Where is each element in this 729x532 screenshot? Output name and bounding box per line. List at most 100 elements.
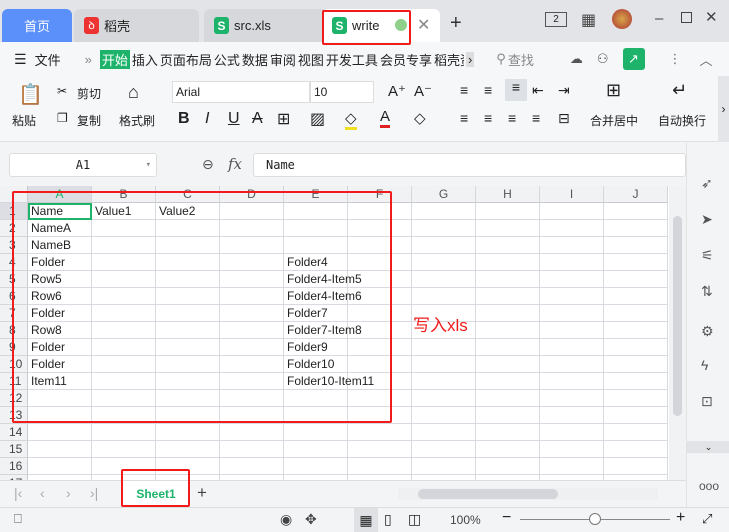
cell-H11[interactable] (476, 373, 540, 390)
scroll-tabs-icon[interactable]: › (465, 51, 475, 67)
window-count-icon[interactable]: 2 (545, 12, 567, 27)
cell-D14[interactable] (220, 424, 284, 441)
align-top-icon[interactable]: ≡ (460, 82, 468, 98)
cell-I6[interactable] (540, 288, 604, 305)
maximize-icon[interactable] (681, 12, 692, 23)
cell-H10[interactable] (476, 356, 540, 373)
cell-J6[interactable] (604, 288, 668, 305)
cell-G12[interactable] (412, 390, 476, 407)
cell-J8[interactable] (604, 322, 668, 339)
next-sheet-icon[interactable]: › (66, 485, 71, 501)
cell-G4[interactable] (412, 254, 476, 271)
align-center-icon[interactable]: ≡ (484, 110, 492, 126)
scroll-thumb[interactable] (673, 216, 682, 416)
new-tab-icon[interactable]: + (450, 12, 462, 35)
cell-I13[interactable] (540, 407, 604, 424)
name-box[interactable]: A1 ▾ (9, 153, 157, 177)
cell-I11[interactable] (540, 373, 604, 390)
file-menu[interactable]: 文件 (35, 50, 61, 69)
menu-tab-formulas[interactable]: 公式 (214, 50, 240, 69)
last-sheet-icon[interactable]: ›| (90, 485, 98, 501)
strikethrough-icon[interactable]: A (252, 110, 263, 128)
cell-H16[interactable] (476, 458, 540, 475)
cell-A10[interactable]: Folder (28, 356, 92, 373)
menu-tab-review[interactable]: 审阅 (270, 50, 296, 69)
cell-A9[interactable]: Folder (28, 339, 92, 356)
apps-grid-icon[interactable]: ▦ (581, 10, 596, 30)
cell-I3[interactable] (540, 237, 604, 254)
copy-button[interactable]: 复制 (77, 112, 101, 129)
share-icon[interactable]: ↗ (622, 48, 645, 70)
menu-tab-page-layout[interactable]: 页面布局 (160, 50, 212, 69)
cell-H2[interactable] (476, 220, 540, 237)
horizontal-scrollbar[interactable] (398, 488, 658, 500)
more-tabs-icon[interactable]: » (85, 52, 92, 67)
normal-view-icon[interactable]: ▦ (354, 508, 378, 532)
cell-G1[interactable] (412, 203, 476, 220)
cell-J16[interactable] (604, 458, 668, 475)
expand-panel-icon[interactable]: ⌄ (687, 441, 729, 453)
align-right-icon[interactable]: ≡ (508, 110, 516, 126)
fx-icon[interactable]: fx (228, 155, 242, 173)
cell-E5[interactable]: Folder4-Item5 (284, 271, 362, 288)
cut-button[interactable]: 剪切 (77, 85, 101, 102)
cell-A1[interactable]: Name (28, 203, 92, 220)
column-header[interactable]: G (412, 186, 476, 203)
underline-icon[interactable]: U (228, 110, 240, 128)
close-window-icon[interactable]: ✕ (705, 8, 718, 26)
minimize-icon[interactable]: – (655, 10, 663, 27)
cell-I1[interactable] (540, 203, 604, 220)
cloud-sync-icon[interactable]: ☁ (570, 51, 583, 67)
cell-H7[interactable] (476, 305, 540, 322)
menu-tab-view[interactable]: 视图 (298, 50, 324, 69)
border-icon[interactable]: ⊞ (277, 109, 290, 129)
close-tab-icon[interactable]: ✕ (417, 15, 430, 35)
collapse-ribbon-icon[interactable]: ︿ (700, 50, 713, 69)
distributed-icon[interactable]: ⊟ (558, 110, 570, 127)
cell-H12[interactable] (476, 390, 540, 407)
cell-E15[interactable] (284, 441, 348, 458)
cell-J13[interactable] (604, 407, 668, 424)
decrease-font-icon[interactable]: A⁻ (414, 82, 432, 100)
fill-color-icon[interactable]: ◇ (345, 109, 357, 130)
cell-G6[interactable] (412, 288, 476, 305)
outdent-icon[interactable]: ⇤ (532, 82, 544, 99)
cell-G11[interactable] (412, 373, 476, 390)
increase-font-icon[interactable]: A⁺ (388, 82, 406, 100)
menu-tab-home[interactable]: 开始 (99, 49, 130, 69)
paste-button[interactable]: 粘贴 (12, 112, 36, 129)
cell-G2[interactable] (412, 220, 476, 237)
vertical-scrollbar[interactable] (669, 186, 686, 480)
cell-I7[interactable] (540, 305, 604, 322)
cell-I9[interactable] (540, 339, 604, 356)
settings-sliders-icon[interactable]: ⚟ (701, 247, 714, 264)
cell-E16[interactable] (284, 458, 348, 475)
zoom-level[interactable]: 100% (450, 513, 481, 527)
focus-mode-icon[interactable]: ✥ (305, 511, 317, 528)
cell-J9[interactable] (604, 339, 668, 356)
cell-A3[interactable]: NameB (28, 237, 92, 254)
cell-H3[interactable] (476, 237, 540, 254)
cell-B14[interactable] (92, 424, 156, 441)
cell-D15[interactable] (220, 441, 284, 458)
cell-E4[interactable]: Folder4 (284, 254, 348, 271)
menu-tab-developer[interactable]: 开发工具 (326, 50, 378, 69)
select-cursor-icon[interactable]: ➤ (701, 211, 713, 228)
hscroll-thumb[interactable] (418, 489, 558, 499)
column-header[interactable]: I (540, 186, 604, 203)
cell-J14[interactable] (604, 424, 668, 441)
cell-I14[interactable] (540, 424, 604, 441)
cell-E8[interactable]: Folder7-Item8 (284, 322, 362, 339)
cell-G3[interactable] (412, 237, 476, 254)
cell-G13[interactable] (412, 407, 476, 424)
column-header[interactable]: J (604, 186, 668, 203)
ai-icon[interactable]: ⚙ (701, 323, 714, 340)
fullscreen-icon[interactable]: ⤢ (702, 511, 712, 527)
cell-H6[interactable] (476, 288, 540, 305)
paste-icon[interactable]: 📋 (18, 82, 43, 107)
cell-A11[interactable]: Item11 (28, 373, 92, 390)
ribbon-scroll-icon[interactable]: › (718, 76, 729, 142)
cell-E10[interactable]: Folder10 (284, 356, 348, 373)
cell-C1[interactable]: Value2 (156, 203, 220, 220)
cell-I4[interactable] (540, 254, 604, 271)
